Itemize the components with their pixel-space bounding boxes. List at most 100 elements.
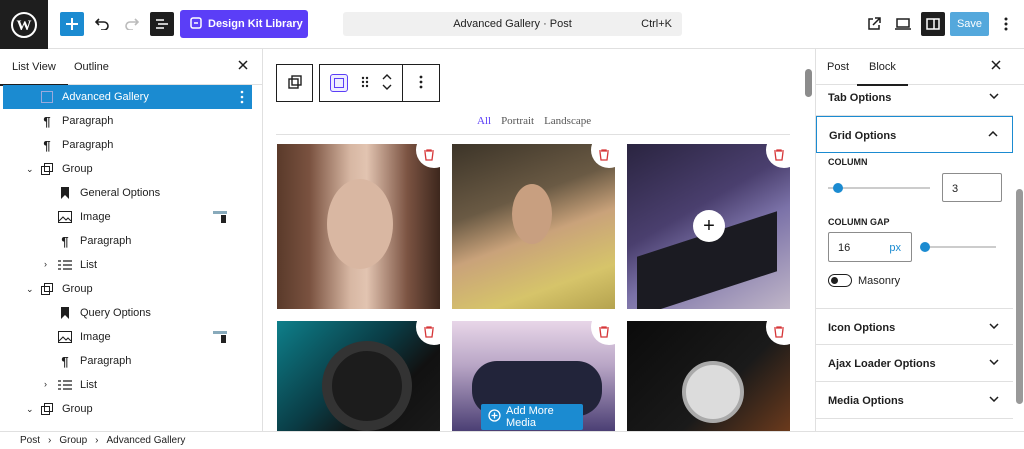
paragraph-icon: ¶ bbox=[43, 137, 51, 153]
sidebar-scrollbar[interactable] bbox=[1016, 189, 1023, 404]
add-image-plus-icon[interactable]: + bbox=[693, 210, 725, 242]
gallery-image-watch[interactable] bbox=[627, 321, 790, 431]
breadcrumb-post[interactable]: Post bbox=[20, 435, 40, 446]
chevron-right-icon[interactable]: › bbox=[44, 379, 47, 389]
list-icon bbox=[58, 258, 72, 272]
column-gap-slider-handle[interactable] bbox=[920, 242, 930, 252]
design-kit-library-button[interactable]: Design Kit Library bbox=[180, 10, 308, 38]
command-palette-bar[interactable]: Advanced Gallery · Post Ctrl+K bbox=[343, 12, 682, 36]
top-toolbar: W Design Kit Library Advanced Gallery · … bbox=[0, 0, 1024, 49]
tab-list-view[interactable]: List View bbox=[0, 61, 68, 86]
breadcrumb: Post › Group › Advanced Gallery bbox=[0, 431, 1024, 449]
chevron-down-icon[interactable]: ⌄ bbox=[26, 164, 34, 175]
list-item[interactable]: ⌄ Group bbox=[3, 157, 252, 181]
settings-sidebar-toggle[interactable] bbox=[921, 12, 945, 36]
chevron-down-icon[interactable]: ⌄ bbox=[26, 284, 34, 295]
close-icon[interactable] bbox=[238, 60, 248, 73]
media-options-panel[interactable]: Media Options bbox=[816, 382, 1013, 419]
column-slider[interactable] bbox=[828, 187, 930, 189]
design-kit-icon bbox=[190, 16, 202, 32]
block-options-button[interactable] bbox=[403, 64, 440, 102]
list-item[interactable]: › List bbox=[3, 253, 252, 277]
list-item-label: Image bbox=[80, 211, 111, 223]
list-item[interactable]: ⌄ Group bbox=[3, 397, 252, 421]
tab-outline[interactable]: Outline bbox=[74, 61, 109, 73]
list-item[interactable]: ¶ Paragraph bbox=[3, 109, 252, 133]
image-thumbnail-icon bbox=[213, 211, 227, 226]
filter-landscape[interactable]: Landscape bbox=[544, 115, 591, 127]
close-icon[interactable] bbox=[991, 60, 1001, 73]
canvas-scrollbar[interactable] bbox=[805, 69, 812, 97]
list-item[interactable]: Image bbox=[3, 205, 252, 229]
list-item-label: Paragraph bbox=[62, 115, 114, 127]
chevron-right-icon[interactable]: › bbox=[44, 259, 47, 269]
shortcut-hint: Ctrl+K bbox=[641, 18, 672, 30]
move-up-down-icon[interactable] bbox=[382, 73, 392, 93]
list-item-label: List bbox=[80, 259, 98, 271]
gallery-block-icon[interactable] bbox=[330, 74, 349, 92]
breadcrumb-group[interactable]: Group bbox=[59, 435, 87, 446]
list-item[interactable]: ¶ Paragraph bbox=[3, 133, 252, 157]
list-item[interactable]: Image bbox=[3, 325, 252, 349]
list-item[interactable]: ¶ Paragraph bbox=[3, 229, 252, 253]
chevron-down-icon bbox=[989, 356, 999, 368]
add-more-media-button[interactable]: Add More Media bbox=[481, 404, 583, 430]
undo-icon[interactable] bbox=[92, 14, 112, 34]
preview-device-icon[interactable] bbox=[893, 14, 913, 34]
list-item[interactable]: General Options bbox=[3, 181, 252, 205]
delete-image-button[interactable] bbox=[766, 144, 790, 168]
gallery-image-headphones[interactable] bbox=[277, 321, 440, 431]
delete-image-button[interactable] bbox=[416, 321, 440, 345]
column-gap-slider[interactable] bbox=[924, 246, 996, 248]
gallery-image-laptop[interactable]: + bbox=[627, 144, 790, 309]
list-item-label: Image bbox=[80, 331, 111, 343]
breadcrumb-advanced-gallery[interactable]: Advanced Gallery bbox=[107, 435, 186, 446]
editor-canvas: allery All Portrait Landscape + bbox=[264, 49, 814, 431]
document-title: Advanced Gallery · Post bbox=[453, 18, 572, 30]
filter-all[interactable]: All bbox=[477, 115, 491, 127]
gallery-image-portrait-woman[interactable] bbox=[277, 144, 440, 309]
document-overview-button[interactable] bbox=[150, 12, 174, 36]
group-icon bbox=[40, 282, 54, 296]
transform-block-button[interactable] bbox=[276, 64, 313, 102]
list-item[interactable]: Query Options bbox=[3, 301, 252, 325]
delete-image-button[interactable] bbox=[591, 321, 615, 345]
filter-portrait[interactable]: Portrait bbox=[501, 115, 534, 127]
redo-icon[interactable] bbox=[122, 14, 142, 34]
list-item-label: Paragraph bbox=[62, 139, 114, 151]
view-post-icon[interactable] bbox=[864, 14, 884, 34]
list-item[interactable]: ¶ Paragraph bbox=[3, 349, 252, 373]
grid-options-title: Grid Options bbox=[829, 130, 897, 142]
ajax-loader-options-panel[interactable]: Ajax Loader Options bbox=[816, 345, 1013, 382]
tab-block[interactable]: Block bbox=[857, 61, 908, 86]
tab-post[interactable]: Post bbox=[827, 61, 849, 73]
grid-options-panel[interactable]: Grid Options bbox=[816, 116, 1013, 153]
item-options-icon[interactable] bbox=[240, 90, 244, 107]
masonry-toggle[interactable] bbox=[828, 274, 852, 287]
delete-image-button[interactable] bbox=[766, 321, 790, 345]
drag-handle-icon[interactable] bbox=[361, 76, 369, 91]
column-slider-handle[interactable] bbox=[833, 183, 843, 193]
list-item[interactable]: ⌄ Group bbox=[3, 277, 252, 301]
list-icon bbox=[58, 378, 72, 392]
chevron-up-icon bbox=[988, 128, 998, 140]
wordpress-logo-icon[interactable]: W bbox=[0, 0, 48, 49]
list-item[interactable]: Advanced Gallery bbox=[3, 85, 252, 109]
add-block-button[interactable] bbox=[60, 12, 84, 36]
chevron-down-icon[interactable]: ⌄ bbox=[26, 404, 34, 415]
list-item[interactable]: › List bbox=[3, 373, 252, 397]
save-button[interactable]: Save bbox=[950, 12, 989, 36]
options-menu-icon[interactable] bbox=[998, 14, 1014, 34]
column-input[interactable]: 3 bbox=[942, 173, 1002, 202]
delete-image-button[interactable] bbox=[416, 144, 440, 168]
delete-image-button[interactable] bbox=[591, 144, 615, 168]
tab-options-panel[interactable]: Tab Options bbox=[816, 79, 1013, 116]
column-gap-input[interactable]: 16 px bbox=[828, 232, 912, 262]
column-gap-label: COLUMN GAP bbox=[828, 217, 890, 227]
column-gap-value: 16 bbox=[838, 242, 851, 254]
icon-options-panel[interactable]: Icon Options bbox=[816, 308, 1013, 345]
gallery-image-woman-sunlight[interactable] bbox=[452, 144, 615, 309]
more-options-icon bbox=[419, 75, 423, 92]
list-view-panel: List View Outline Advanced Gallery ¶ Par… bbox=[0, 49, 263, 431]
column-gap-unit[interactable]: px bbox=[889, 242, 901, 254]
